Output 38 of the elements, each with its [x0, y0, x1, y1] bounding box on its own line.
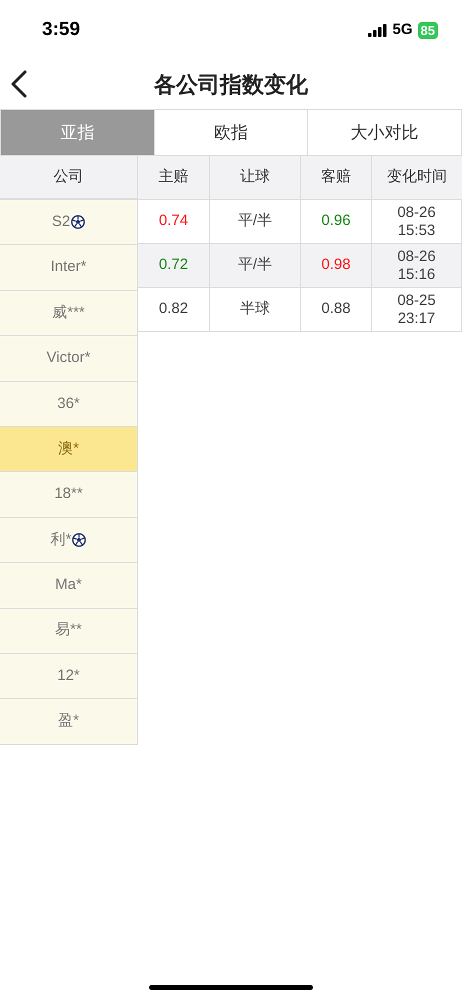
company-item[interactable]: 利* — [0, 518, 137, 564]
table-cell: 08-26 15:53 — [371, 200, 462, 243]
company-item[interactable]: 12* — [0, 654, 137, 700]
company-item[interactable]: 36* — [0, 382, 137, 427]
column-header: 让球 — [209, 156, 300, 199]
table-cell: 08-26 15:16 — [371, 244, 462, 287]
table-cell-text: 0.82 — [158, 299, 190, 320]
table-cell: 平/半 — [209, 244, 300, 287]
company-item[interactable]: 威*** — [0, 290, 137, 336]
column-header: 客赔 — [300, 156, 371, 199]
back-icon[interactable] — [10, 70, 28, 98]
company-item[interactable]: 澳* — [0, 426, 137, 472]
soccer-ball-icon — [71, 215, 86, 230]
network-label: 5G — [392, 20, 413, 40]
tab[interactable]: 亚指 — [1, 110, 154, 155]
company-item[interactable]: S2 — [0, 200, 137, 246]
company-item[interactable]: 易** — [0, 608, 137, 654]
status-time: 3:59 — [42, 18, 80, 42]
company-item[interactable]: Victor* — [0, 336, 137, 382]
signal-icon — [368, 24, 388, 36]
table-cell: 0.98 — [300, 244, 371, 287]
company-item[interactable]: Inter* — [0, 245, 137, 291]
table-cell-text: 0.72 — [158, 255, 190, 276]
table-cell: 半球 — [209, 288, 300, 331]
soccer-ball-icon — [72, 532, 86, 547]
table-cell: 0.88 — [300, 288, 371, 331]
column-header: 公司 — [54, 166, 84, 187]
company-item[interactable]: 18** — [0, 472, 137, 518]
company-item[interactable]: 盈* — [0, 699, 137, 745]
company-item[interactable]: Ma* — [0, 563, 137, 609]
column-header: 变化时间 — [371, 156, 462, 199]
table-cell: 08-25 23:17 — [371, 288, 462, 331]
column-header: 主赔 — [158, 167, 190, 188]
table-cell: 0.96 — [300, 200, 371, 243]
table-cell: 平/半 — [209, 200, 300, 243]
page-title: 各公司指数变化 — [154, 70, 308, 98]
table-cell-text: 0.74 — [158, 211, 190, 232]
battery-indicator: 85 — [418, 22, 438, 38]
